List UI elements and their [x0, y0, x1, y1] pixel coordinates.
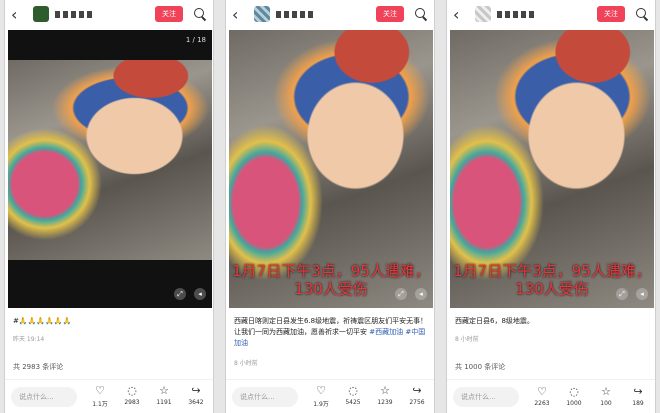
top-bar: ‹ 关注 — [5, 0, 213, 28]
post-panel-1: ‹ 关注 1 / 18 ⤢ ◂ #🙏🙏🙏🙏🙏🙏 昨天 19:14 共 2983 … — [4, 0, 214, 413]
image-counter: 1 / 18 — [185, 36, 206, 44]
avatar[interactable] — [475, 6, 491, 22]
like-count: 1.9万 — [313, 401, 329, 408]
star-icon: ☆ — [159, 384, 169, 397]
fullscreen-icon[interactable]: ⤢ — [616, 288, 628, 300]
share-button[interactable]: ↪ 2756 — [406, 385, 428, 408]
like-count: 1.1万 — [92, 401, 108, 408]
favorite-button[interactable]: ☆ 1191 — [153, 385, 175, 408]
post-media[interactable]: 1月7日下午3点，95人遇难，130人受伤 ⤢ ◂ — [450, 30, 654, 308]
back-chevron-icon[interactable]: ‹ — [232, 5, 246, 24]
favorite-button[interactable]: ☆ 1239 — [374, 385, 396, 408]
top-bar: ‹ 关注 — [226, 0, 434, 28]
follow-button[interactable]: 关注 — [376, 6, 404, 22]
post-panel-2: ‹ 关注 1月7日下午3点，95人遇难，130人受伤 ⤢ ◂ 西藏日喀则定日县发… — [225, 0, 435, 413]
search-icon[interactable] — [414, 7, 428, 21]
comment-input[interactable]: 说点什么... — [453, 386, 519, 407]
username-redacted[interactable] — [276, 10, 314, 18]
fullscreen-icon[interactable]: ⤢ — [395, 288, 407, 300]
post-panel-3: ‹ 关注 1月7日下午3点，95人遇难，130人受伤 ⤢ ◂ 西藏定日县6，8级… — [446, 0, 656, 413]
fullscreen-icon[interactable]: ⤢ — [174, 288, 186, 300]
like-button[interactable]: ♡ 1.9万 — [310, 384, 332, 409]
heart-icon: ♡ — [316, 384, 326, 397]
sound-icon[interactable]: ◂ — [636, 288, 648, 300]
star-icon: ☆ — [601, 385, 611, 398]
favorite-button[interactable]: ☆ 100 — [595, 385, 617, 408]
bottom-action-bar: 说点什么... ♡ 1.1万 ◌ 2983 ☆ 1191 ↪ 3642 — [5, 379, 213, 413]
favorite-count: 1191 — [156, 399, 172, 406]
username-redacted[interactable] — [55, 10, 93, 18]
heart-icon: ♡ — [95, 384, 105, 397]
screenshot-collage: ‹ 关注 1 / 18 ⤢ ◂ #🙏🙏🙏🙏🙏🙏 昨天 19:14 共 2983 … — [0, 0, 660, 413]
top-bar: ‹ 关注 — [447, 0, 655, 28]
heart-icon: ♡ — [537, 385, 547, 398]
post-description: 西藏定日县6，8级地震。 — [455, 317, 534, 325]
comment-icon: ◌ — [127, 384, 137, 397]
media-controls: ⤢ ◂ — [395, 288, 427, 300]
post-photo — [8, 60, 212, 260]
bottom-action-bar: 说点什么... ♡ 1.9万 ◌ 5425 ☆ 1239 ↪ 2756 — [226, 379, 434, 413]
comment-icon: ◌ — [348, 384, 358, 397]
username-redacted[interactable] — [497, 10, 535, 18]
share-count: 3642 — [188, 399, 204, 406]
avatar[interactable] — [254, 6, 270, 22]
comment-button[interactable]: ◌ 5425 — [342, 385, 364, 408]
comments-count: 共 2983 条评论 — [13, 363, 64, 371]
comment-count: 5425 — [345, 399, 361, 406]
comments-count: 共 1000 条评论 — [455, 363, 506, 371]
media-controls: ⤢ ◂ — [616, 288, 648, 300]
comment-input[interactable]: 说点什么... — [232, 386, 298, 407]
post-description: #🙏🙏🙏🙏🙏🙏 — [13, 317, 72, 325]
comment-count: 2983 — [124, 399, 140, 406]
bottom-action-bar: 说点什么... ♡ 2263 ◌ 1000 ☆ 100 ↪ 189 — [447, 379, 655, 413]
like-count: 2263 — [534, 400, 550, 407]
like-button[interactable]: ♡ 1.1万 — [89, 384, 111, 409]
back-chevron-icon[interactable]: ‹ — [453, 5, 467, 24]
share-count: 2756 — [409, 399, 425, 406]
comment-icon: ◌ — [569, 385, 579, 398]
share-count: 189 — [632, 400, 644, 407]
search-icon[interactable] — [635, 7, 649, 21]
share-button[interactable]: ↪ 189 — [627, 385, 649, 408]
share-button[interactable]: ↪ 3642 — [185, 385, 207, 408]
comment-count: 1000 — [566, 400, 582, 407]
like-button[interactable]: ♡ 2263 — [531, 385, 553, 408]
share-icon: ↪ — [633, 385, 643, 398]
post-media[interactable]: 1月7日下午3点，95人遇难，130人受伤 ⤢ ◂ — [229, 30, 433, 308]
post-description: 西藏日喀则定日县发生6.8级地震，祈祷震区朋友们平安无事！让我们一同为西藏加油，… — [234, 316, 430, 349]
share-icon: ↪ — [412, 384, 422, 397]
follow-button[interactable]: 关注 — [597, 6, 625, 22]
favorite-count: 100 — [600, 400, 612, 407]
media-controls: ⤢ ◂ — [174, 288, 206, 300]
sound-icon[interactable]: ◂ — [194, 288, 206, 300]
back-chevron-icon[interactable]: ‹ — [11, 5, 25, 24]
post-time: 昨天 19:14 — [13, 336, 45, 343]
search-icon[interactable] — [193, 7, 207, 21]
comment-input[interactable]: 说点什么... — [11, 386, 77, 407]
post-media[interactable]: 1 / 18 ⤢ ◂ — [8, 30, 212, 308]
comment-button[interactable]: ◌ 2983 — [121, 385, 143, 408]
sound-icon[interactable]: ◂ — [415, 288, 427, 300]
star-icon: ☆ — [380, 384, 390, 397]
follow-button[interactable]: 关注 — [155, 6, 183, 22]
share-icon: ↪ — [191, 384, 201, 397]
avatar[interactable] — [33, 6, 49, 22]
post-time: 8 小时前 — [455, 336, 479, 343]
post-time: 8 小时前 — [234, 360, 258, 367]
comment-button[interactable]: ◌ 1000 — [563, 385, 585, 408]
favorite-count: 1239 — [377, 399, 393, 406]
